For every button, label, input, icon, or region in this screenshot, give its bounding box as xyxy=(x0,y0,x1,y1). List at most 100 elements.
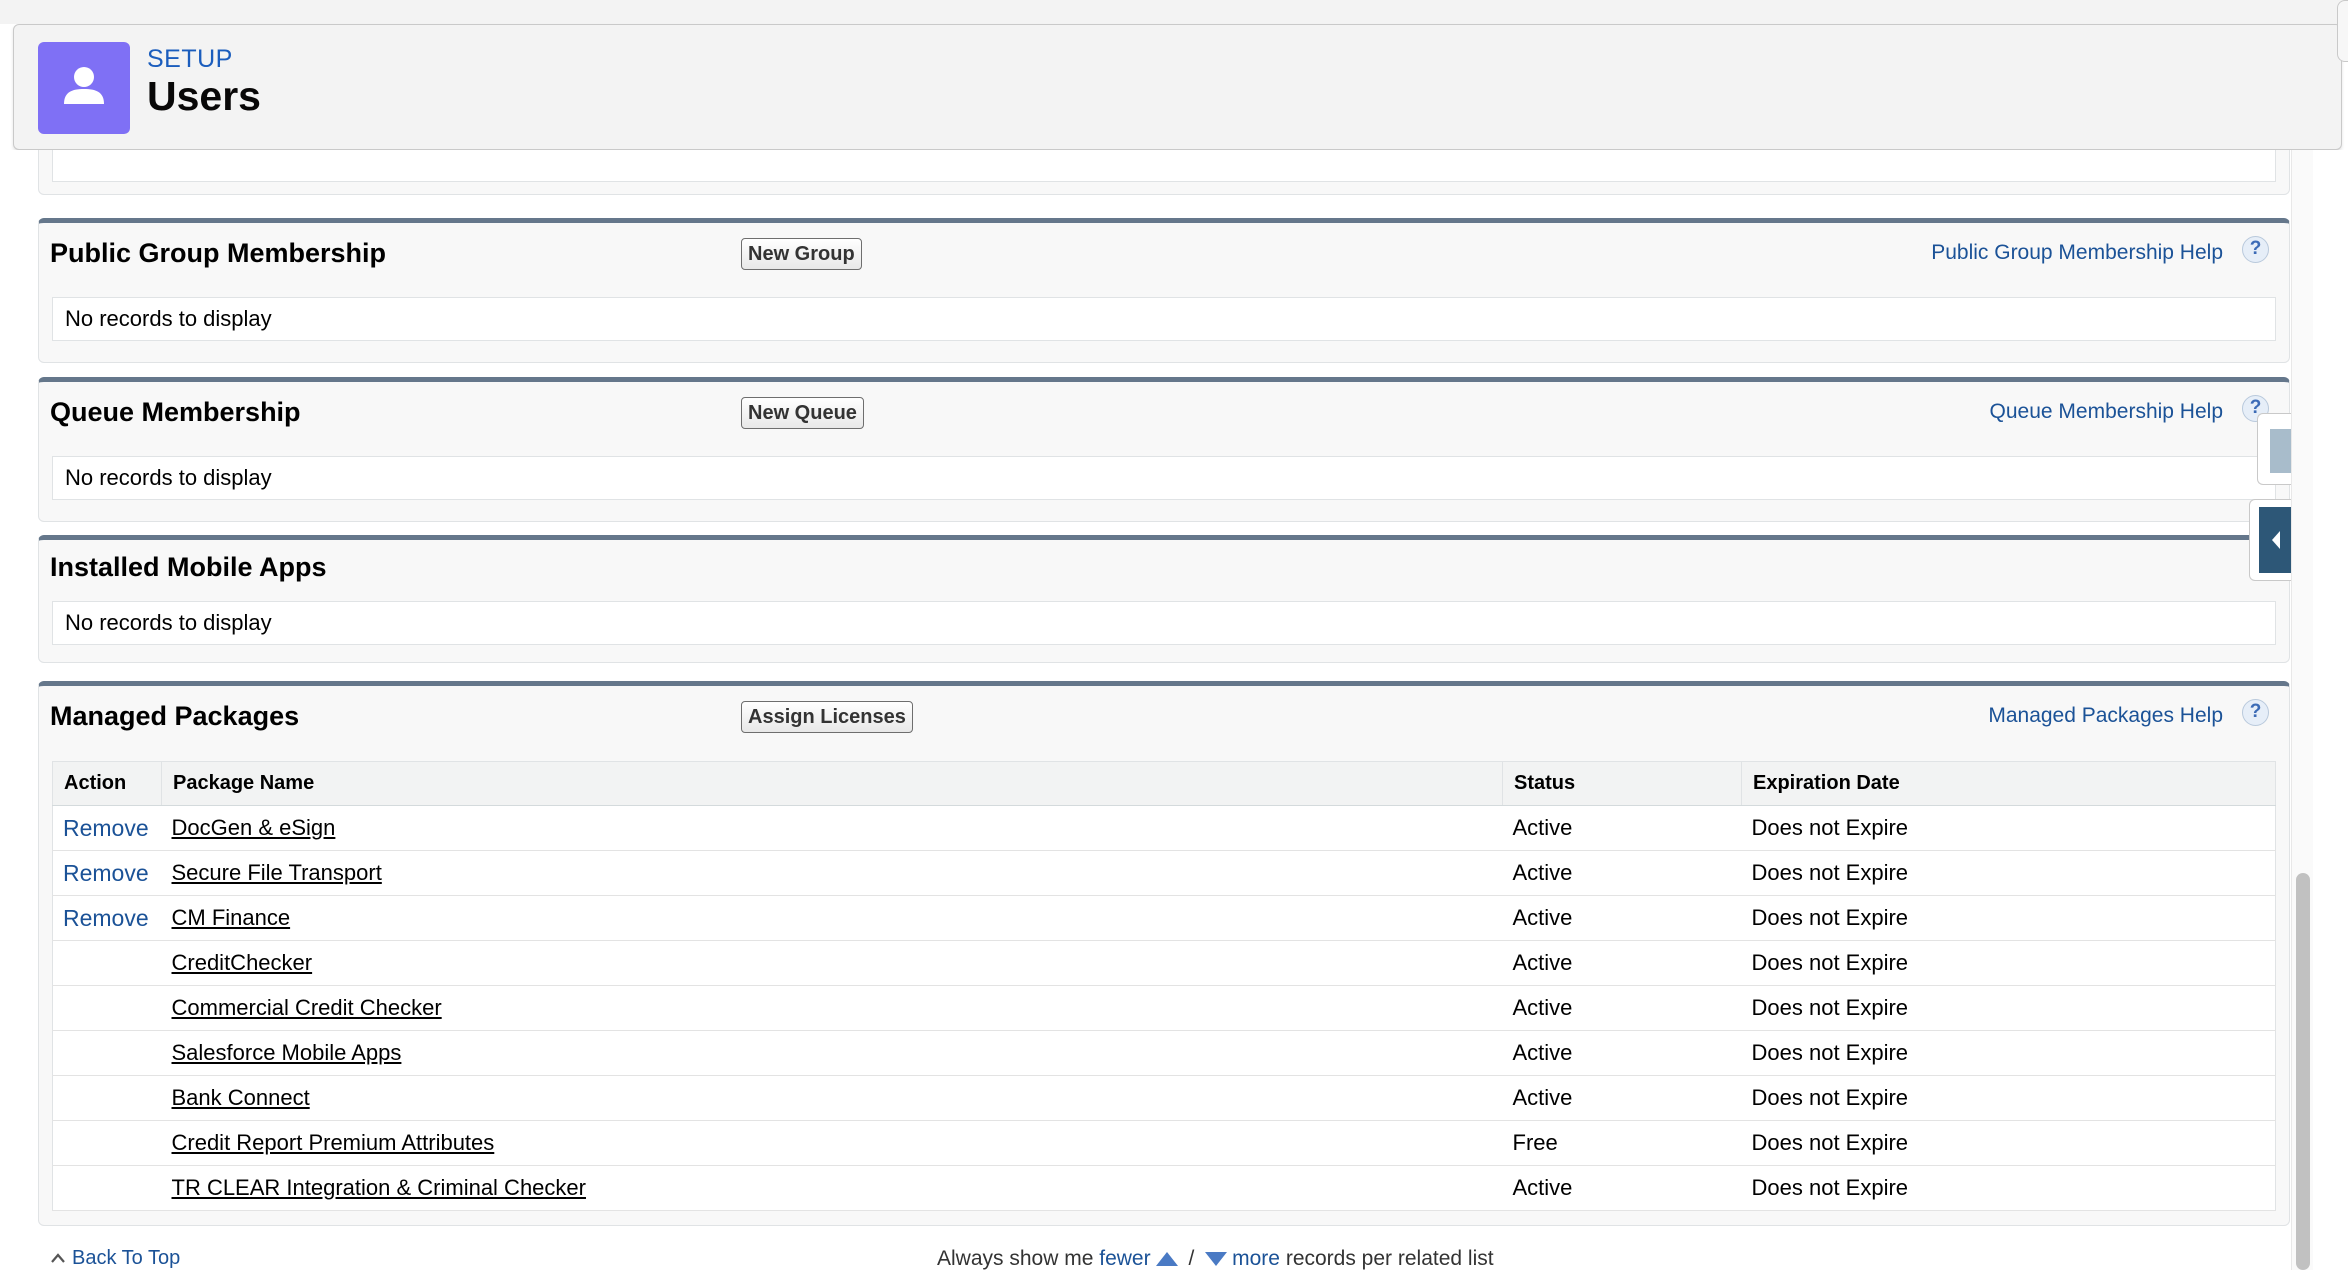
table-row: Commercial Credit Checker Active Does not … xyxy=(52,985,2276,1031)
section-title: Installed Mobile Apps xyxy=(50,552,327,582)
help-icon[interactable]: ? xyxy=(2242,699,2269,726)
help-icon[interactable]: ? xyxy=(2242,236,2269,263)
action-cell xyxy=(52,1030,162,1076)
sidebar-collapse-tab[interactable] xyxy=(2257,413,2293,485)
no-records-message: No records to display xyxy=(52,297,2276,341)
package-name-link[interactable]: Commercial Credit Checker xyxy=(172,995,442,1020)
public-group-help-link[interactable]: Public Group Membership Help xyxy=(1931,241,2223,265)
status-cell: Active xyxy=(1502,1165,1742,1211)
user-icon xyxy=(38,42,130,134)
back-to-top-label: Back To Top xyxy=(72,1247,181,1269)
status-cell: Free xyxy=(1502,1120,1742,1166)
triangle-down-icon[interactable] xyxy=(1204,1251,1228,1267)
action-cell: Remove xyxy=(52,895,162,941)
header-eyebrow: SETUP xyxy=(147,45,233,73)
no-records-message: No records to display xyxy=(52,601,2276,645)
status-cell: Active xyxy=(1502,805,1742,851)
action-cell: Remove xyxy=(52,850,162,896)
new-queue-button[interactable]: New Queue xyxy=(741,397,864,429)
table-row: Credit Report Premium Attributes Free Does… xyxy=(52,1120,2276,1166)
package-name-link[interactable]: Bank Connect xyxy=(172,1085,310,1110)
content-area: Public Group Membership New Group Public… xyxy=(0,150,2348,1270)
public-group-membership-section: Public Group Membership New Group Public… xyxy=(38,218,2290,363)
records-per-list-preference: Always show me fewer / more records per … xyxy=(937,1247,1494,1270)
new-group-button[interactable]: New Group xyxy=(741,238,862,270)
table-header-row: Action Package Name Status Expiration Da… xyxy=(52,761,2276,806)
expiration-date-cell: Does not Expire xyxy=(1741,940,2276,986)
expiration-date-cell: Does not Expire xyxy=(1741,850,2276,896)
package-name-cell: Salesforce Mobile Apps xyxy=(161,1030,1503,1076)
action-cell xyxy=(52,1165,162,1211)
fewer-link[interactable]: fewer xyxy=(1099,1247,1150,1270)
remove-link[interactable]: Remove xyxy=(63,815,149,841)
status-cell: Active xyxy=(1502,1030,1742,1076)
table-row: Remove CM Finance Active Does not Expire xyxy=(52,895,2276,941)
package-name-cell: DocGen & eSign xyxy=(161,805,1503,851)
table-row: Remove DocGen & eSign Active Does not Expir… xyxy=(52,805,2276,851)
no-records-message: No records to display xyxy=(52,456,2276,500)
action-cell xyxy=(52,1120,162,1166)
scrollbar-thumb[interactable] xyxy=(2296,873,2310,1270)
back-to-top-link[interactable]: Back To Top xyxy=(50,1247,180,1270)
remove-link[interactable]: Remove xyxy=(63,905,149,931)
triangle-left-icon xyxy=(2272,531,2280,549)
package-name-cell: Commercial Credit Checker xyxy=(161,985,1503,1031)
expiration-date-cell: Does not Expire xyxy=(1741,805,2276,851)
table-row: Bank Connect Active Does not Expire xyxy=(52,1075,2276,1121)
table-row: Remove Secure File Transport Active Does no… xyxy=(52,850,2276,896)
package-name-cell: CM Finance xyxy=(161,895,1503,941)
package-name-link[interactable]: Credit Report Premium Attributes xyxy=(172,1130,495,1155)
more-link[interactable]: more xyxy=(1232,1247,1280,1270)
table-row: TR CLEAR Integration & Criminal Checker A… xyxy=(52,1165,2276,1211)
assign-licenses-button[interactable]: Assign Licenses xyxy=(741,701,913,733)
package-name-link[interactable]: CreditChecker xyxy=(172,950,313,975)
package-name-cell: Bank Connect xyxy=(161,1075,1503,1121)
column-header-expiration-date: Expiration Date xyxy=(1741,761,2276,806)
expiration-date-cell: Does not Expire xyxy=(1741,1165,2276,1211)
status-cell: Active xyxy=(1502,985,1742,1031)
package-name-link[interactable]: DocGen & eSign xyxy=(172,815,336,840)
table-row: Salesforce Mobile Apps Active Does not Exp… xyxy=(52,1030,2276,1076)
managed-packages-section: Managed Packages Assign Licenses Managed… xyxy=(38,681,2290,1226)
pref-prefix: Always show me xyxy=(937,1247,1094,1270)
column-header-package-name: Package Name xyxy=(161,761,1503,806)
queue-membership-section: Queue Membership New Queue Queue Members… xyxy=(38,377,2290,522)
section-title: Queue Membership xyxy=(50,397,301,427)
expiration-date-cell: Does not Expire xyxy=(1741,1030,2276,1076)
expiration-date-cell: Does not Expire xyxy=(1741,1120,2276,1166)
section-title: Managed Packages xyxy=(50,701,300,731)
sidebar-toggle-tab[interactable] xyxy=(2249,499,2293,581)
status-cell: Active xyxy=(1502,1075,1742,1121)
chevron-up-icon xyxy=(51,1253,65,1263)
managed-packages-table: Action Package Name Status Expiration Da… xyxy=(52,761,2276,1211)
window-edge-handle xyxy=(2337,0,2348,62)
package-name-link[interactable]: TR CLEAR Integration & Criminal Checker xyxy=(172,1175,586,1200)
status-cell: Active xyxy=(1502,850,1742,896)
remove-link[interactable]: Remove xyxy=(63,860,149,886)
managed-packages-help-link[interactable]: Managed Packages Help xyxy=(1988,704,2223,728)
browser-top-strip xyxy=(0,0,2348,24)
package-name-link[interactable]: CM Finance xyxy=(172,905,291,930)
action-cell xyxy=(52,1075,162,1121)
package-name-cell: CreditChecker xyxy=(161,940,1503,986)
status-cell: Active xyxy=(1502,895,1742,941)
installed-mobile-apps-section: Installed Mobile Apps No records to disp… xyxy=(38,535,2290,663)
section-title: Public Group Membership xyxy=(50,238,387,268)
package-name-cell: Secure File Transport xyxy=(161,850,1503,896)
pref-suffix: records per related list xyxy=(1285,1247,1494,1270)
queue-membership-help-link[interactable]: Queue Membership Help xyxy=(1990,400,2223,424)
expiration-date-cell: Does not Expire xyxy=(1741,1075,2276,1121)
package-name-cell: TR CLEAR Integration & Criminal Checker xyxy=(161,1165,1503,1211)
page-title: Users xyxy=(147,73,261,119)
column-header-status: Status xyxy=(1502,761,1742,806)
status-cell: Active xyxy=(1502,940,1742,986)
triangle-up-icon[interactable] xyxy=(1155,1251,1179,1267)
expiration-date-cell: Does not Expire xyxy=(1741,895,2276,941)
column-header-action: Action xyxy=(52,761,162,806)
package-name-cell: Credit Report Premium Attributes xyxy=(161,1120,1503,1166)
package-name-link[interactable]: Secure File Transport xyxy=(172,860,382,885)
package-name-link[interactable]: Salesforce Mobile Apps xyxy=(172,1040,402,1065)
table-row: CreditChecker Active Does not Expire xyxy=(52,940,2276,986)
page-header: SETUP Users xyxy=(13,24,2342,150)
previous-section-tail xyxy=(38,150,2290,195)
